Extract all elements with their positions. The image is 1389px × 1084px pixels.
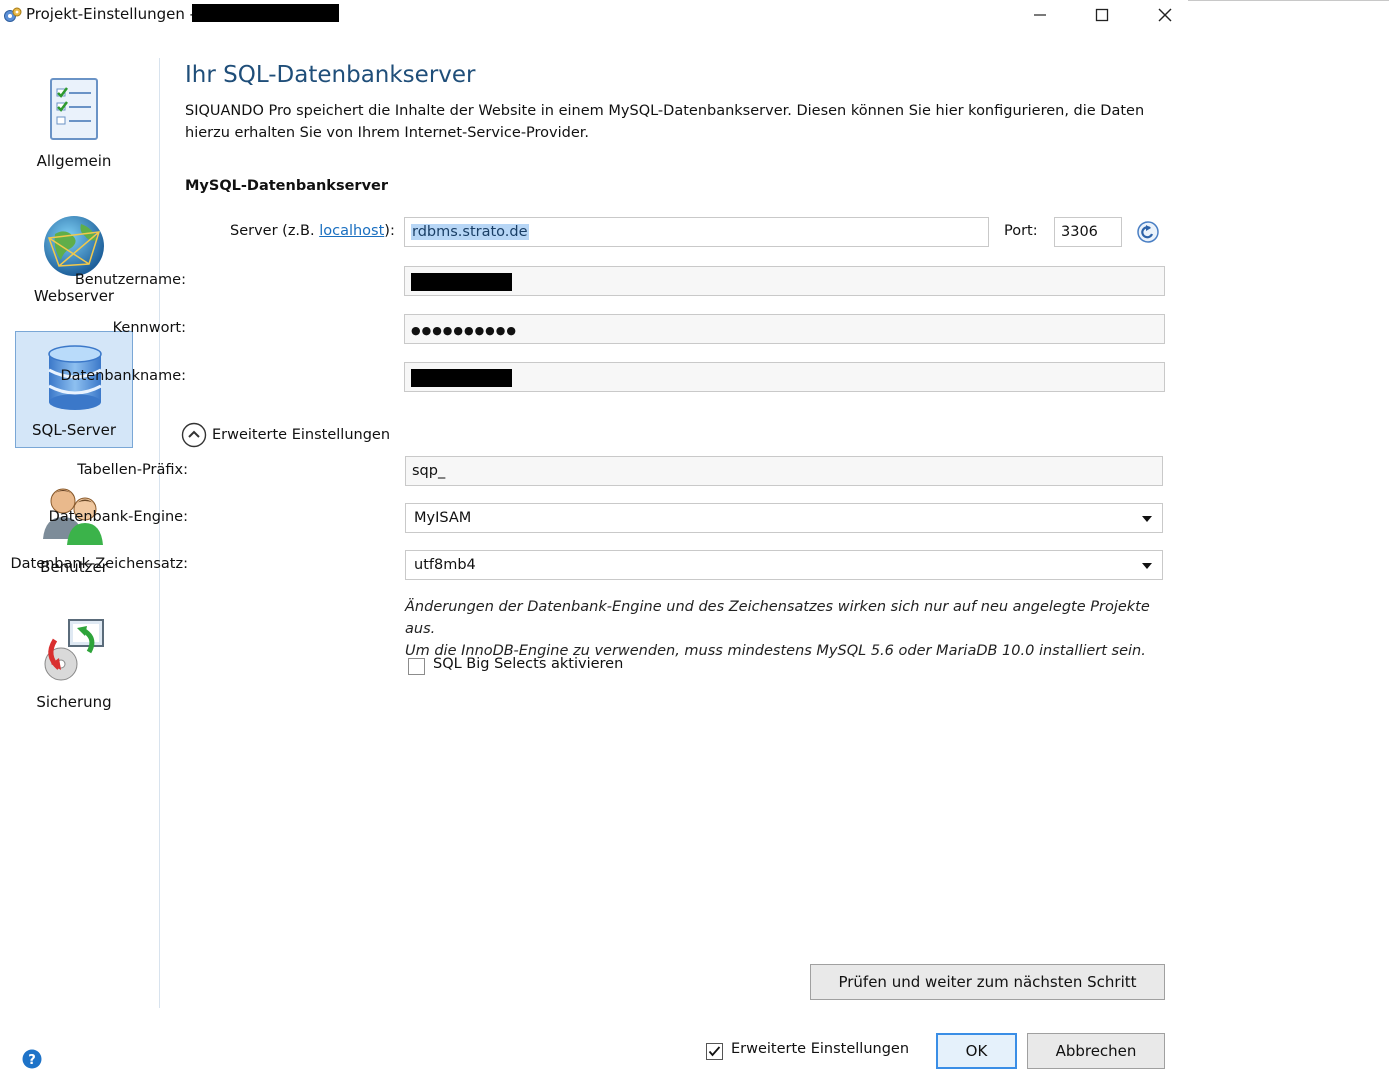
engine-label: Datenbank-Engine: <box>48 509 188 525</box>
maximize-icon <box>1095 8 1109 22</box>
dbname-label: Datenbankname: <box>60 368 186 384</box>
server-input[interactable]: rdbms.strato.de <box>404 217 989 247</box>
section-heading: MySQL-Datenbankserver <box>185 178 388 194</box>
server-label: Server (z.B. localhost): <box>230 223 395 239</box>
backup-icon <box>44 619 104 681</box>
sidebar-divider <box>159 58 160 1008</box>
redacted-project-name <box>192 4 339 22</box>
dropdown-arrow-icon <box>1142 516 1152 522</box>
window-title: Projekt-Einstellungen - <box>26 5 196 23</box>
sidebar-item-label: Webserver <box>33 287 115 305</box>
server-value: rdbms.strato.de <box>411 224 529 240</box>
checklist-icon <box>50 78 98 140</box>
collapse-chevron-icon <box>181 422 207 448</box>
reset-port-icon[interactable] <box>1137 221 1159 243</box>
title-bar: Projekt-Einstellungen - <box>0 0 1188 33</box>
big-selects-label: SQL Big Selects aktivieren <box>433 656 624 672</box>
sidebar-item-label: Allgemein <box>36 152 112 170</box>
redacted-dbname <box>411 369 512 387</box>
sidebar-item-allgemein[interactable]: Allgemein <box>15 63 133 180</box>
sidebar-item-sicherung[interactable]: Sicherung <box>15 604 133 721</box>
table-prefix-label: Tabellen-Präfix: <box>77 462 188 478</box>
footer-advanced-label: Erweiterte Einstellungen <box>731 1041 910 1057</box>
minimize-button[interactable] <box>1011 0 1069 30</box>
cancel-button[interactable]: Abbrechen <box>1027 1033 1165 1069</box>
check-and-next-button[interactable]: Prüfen und weiter zum nächsten Schritt <box>810 964 1165 1000</box>
globe-icon <box>44 216 104 276</box>
help-icon[interactable]: ? <box>22 1049 42 1069</box>
engine-note: Änderungen der Datenbank-Engine und des … <box>405 596 1175 662</box>
sidebar-item-label: Sicherung <box>36 693 112 711</box>
sidebar-item-label: SQL-Server <box>31 421 117 439</box>
close-icon <box>1158 8 1172 22</box>
maximize-button[interactable] <box>1073 0 1131 30</box>
page-description: SIQUANDO Pro speichert die Inhalte der W… <box>185 103 1145 141</box>
dbname-input[interactable] <box>404 362 1165 392</box>
advanced-settings-toggle[interactable]: Erweiterte Einstellungen <box>181 422 390 448</box>
sidebar-item-webserver[interactable]: Webserver <box>15 198 133 315</box>
dropdown-arrow-icon <box>1142 563 1152 569</box>
advanced-settings-toggle-label: Erweiterte Einstellungen <box>212 427 391 443</box>
localhost-link[interactable]: localhost <box>319 223 384 239</box>
charset-selected-value: utf8mb4 <box>414 557 476 573</box>
table-prefix-input[interactable]: sqp_ <box>405 456 1163 486</box>
charset-label: Datenbank-Zeichensatz: <box>10 556 188 572</box>
username-input[interactable] <box>404 266 1165 296</box>
port-input[interactable]: 3306 <box>1054 217 1122 247</box>
password-label: Kennwort: <box>112 320 186 336</box>
desktop-edge <box>1188 0 1389 1</box>
password-input[interactable]: ●●●●●●●●●● <box>404 314 1165 344</box>
project-settings-dialog: Projekt-Einstellungen - Allgemein Webser… <box>0 0 1188 1084</box>
ok-button[interactable]: OK <box>936 1033 1017 1069</box>
big-selects-checkbox[interactable] <box>408 658 425 675</box>
page-title: Ihr SQL-Datenbankserver <box>185 62 476 88</box>
checkmark-icon <box>708 1046 721 1057</box>
minimize-icon <box>1034 14 1046 16</box>
engine-note-line-1: Änderungen der Datenbank-Engine und des … <box>405 599 1150 637</box>
redacted-username <box>411 273 512 291</box>
settings-gear-icon <box>4 7 22 22</box>
engine-select[interactable]: MyISAM <box>405 503 1163 533</box>
footer-advanced-checkbox[interactable] <box>706 1043 723 1060</box>
engine-selected-value: MyISAM <box>414 510 472 526</box>
charset-select[interactable]: utf8mb4 <box>405 550 1163 580</box>
sidebar-item-sql-server[interactable]: SQL-Server <box>15 331 133 448</box>
close-button[interactable] <box>1136 0 1194 30</box>
svg-text:?: ? <box>28 1053 36 1068</box>
username-label: Benutzername: <box>74 272 186 288</box>
port-label: Port: <box>1004 223 1038 239</box>
